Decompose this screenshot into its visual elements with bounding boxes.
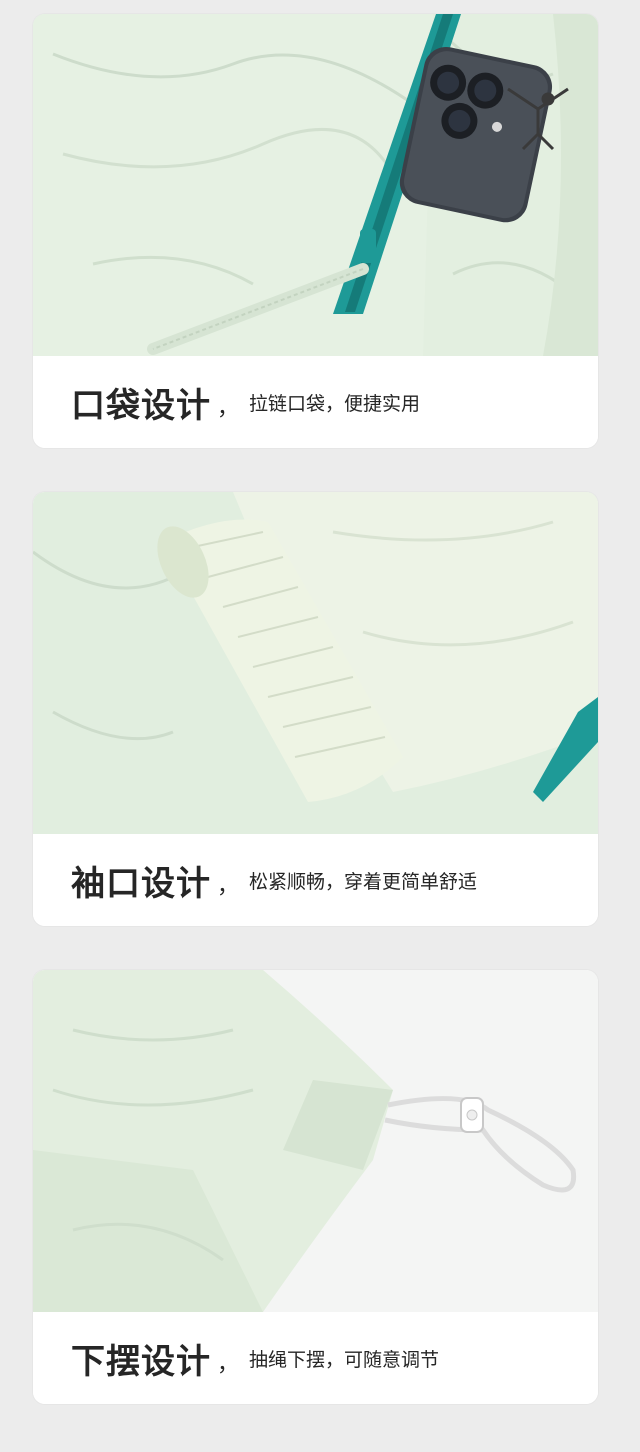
caption-separator: ， (217, 874, 240, 899)
product-detail-page: 口袋设计 ， 拉链口袋，便捷实用 袖口设计 ， 松紧顺畅，穿着更简单舒适 下摆设… (0, 0, 640, 1452)
section-title: 袖口设计 (71, 863, 211, 904)
feature-card-hem: 下摆设计 ， 抽绳下摆，可随意调节 (33, 970, 598, 1404)
pocket-caption: 口袋设计 ， 拉链口袋，便捷实用 (33, 356, 598, 448)
section-title: 口袋设计 (71, 385, 211, 426)
caption-separator: ， (217, 1352, 240, 1377)
section-description: 抽绳下摆，可随意调节 (249, 1348, 440, 1371)
section-description: 拉链口袋，便捷实用 (249, 392, 421, 415)
cuff-photo (33, 492, 598, 834)
feature-card-pocket: 口袋设计 ， 拉链口袋，便捷实用 (33, 14, 598, 448)
caption-separator: ， (217, 396, 240, 421)
section-title: 下摆设计 (71, 1341, 211, 1382)
pocket-photo (33, 14, 598, 356)
cuff-caption: 袖口设计 ， 松紧顺畅，穿着更简单舒适 (33, 834, 598, 926)
section-description: 松紧顺畅，穿着更简单舒适 (249, 870, 478, 893)
hem-caption: 下摆设计 ， 抽绳下摆，可随意调节 (33, 1312, 598, 1404)
hem-photo (33, 970, 598, 1312)
feature-card-cuff: 袖口设计 ， 松紧顺畅，穿着更简单舒适 (33, 492, 598, 926)
